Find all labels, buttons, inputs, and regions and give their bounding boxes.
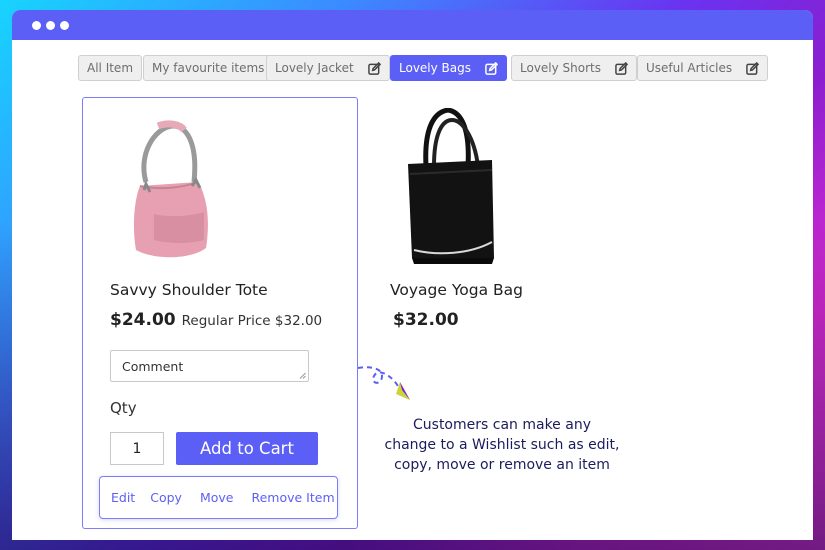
tab-label: Lovely Shorts bbox=[520, 61, 602, 75]
regular-price: Regular Price $32.00 bbox=[181, 313, 323, 329]
product-name[interactable]: Voyage Yoga Bag bbox=[390, 281, 523, 299]
tab-label: Lovely Jacket bbox=[275, 61, 354, 75]
annotation-text: Customers can make any change to a Wishl… bbox=[372, 415, 632, 475]
resize-handle-icon[interactable] bbox=[299, 372, 306, 379]
tab-label: Useful Articles bbox=[646, 61, 733, 75]
qty-label: Qty bbox=[110, 399, 137, 417]
add-to-cart-button[interactable]: Add to Cart bbox=[176, 432, 318, 465]
browser-window: All Item My favourite items Lovely Jacke… bbox=[12, 10, 813, 540]
tab-lovely-jacket[interactable]: Lovely Jacket bbox=[266, 55, 390, 81]
edit-icon[interactable] bbox=[367, 61, 381, 75]
tab-lovely-bags[interactable]: Lovely Bags bbox=[390, 55, 508, 81]
edit-icon[interactable] bbox=[746, 61, 760, 75]
tab-label: Lovely Bags bbox=[399, 61, 472, 75]
annotation-arrow-icon bbox=[357, 366, 410, 400]
annotation-line: change to a Wishlist such as edit, bbox=[384, 437, 620, 453]
qty-input[interactable]: 1 bbox=[110, 432, 164, 465]
pink-shoulder-bag-image[interactable] bbox=[124, 120, 214, 265]
annotation-line: copy, move or remove an item bbox=[394, 457, 610, 473]
tab-useful-articles[interactable]: Useful Articles bbox=[637, 55, 769, 81]
wishlist-tabs: All Item My favourite items Lovely Jacke… bbox=[12, 55, 813, 83]
comment-placeholder: Comment bbox=[122, 359, 184, 374]
edit-icon[interactable] bbox=[485, 61, 499, 75]
annotation-line: Customers can make any bbox=[413, 417, 591, 433]
tab-label: All Item bbox=[87, 61, 134, 75]
product-name[interactable]: Savvy Shoulder Tote bbox=[110, 281, 268, 299]
comment-field[interactable]: Comment bbox=[110, 350, 309, 382]
move-link[interactable]: Move bbox=[200, 490, 234, 505]
item-actions: Edit Copy Move Remove Item bbox=[99, 476, 338, 519]
tab-label: My favourite items bbox=[152, 61, 265, 75]
product-price: $32.00 bbox=[393, 310, 459, 330]
window-dot bbox=[32, 20, 41, 30]
copy-link[interactable]: Copy bbox=[150, 490, 182, 505]
product-price-row: $32.00 bbox=[393, 310, 459, 330]
black-tote-bag-image[interactable] bbox=[404, 108, 500, 266]
product-price-row: $24.00 Regular Price $32.00 bbox=[110, 310, 322, 330]
window-dot bbox=[60, 20, 69, 30]
tab-my-favourite-items[interactable]: My favourite items bbox=[143, 55, 274, 81]
product-price: $24.00 bbox=[110, 310, 176, 330]
tab-lovely-shorts[interactable]: Lovely Shorts bbox=[511, 55, 638, 81]
remove-item-link[interactable]: Remove Item bbox=[251, 490, 334, 505]
window-titlebar bbox=[12, 10, 813, 40]
tab-all-item[interactable]: All Item bbox=[78, 55, 143, 81]
edit-icon[interactable] bbox=[615, 61, 629, 75]
window-dot bbox=[46, 20, 55, 30]
edit-link[interactable]: Edit bbox=[111, 490, 135, 505]
